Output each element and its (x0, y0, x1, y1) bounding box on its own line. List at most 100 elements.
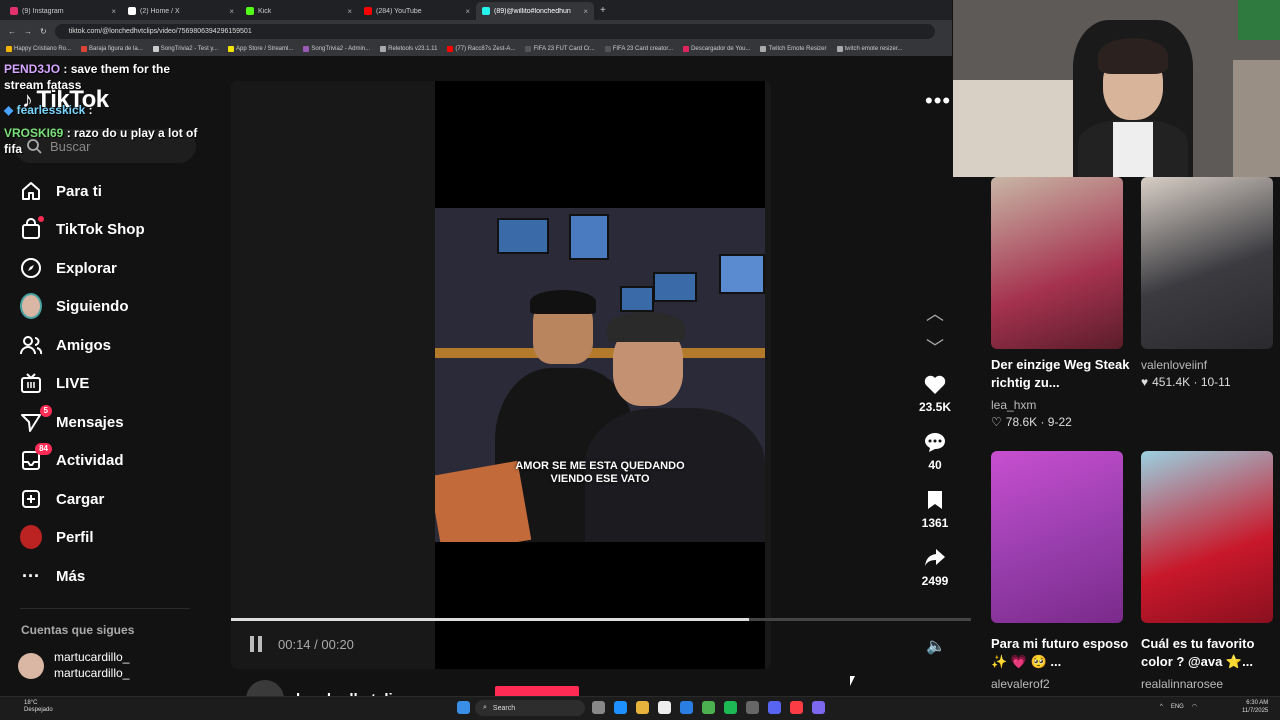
video-progress-bar[interactable] (231, 618, 971, 621)
close-icon[interactable]: × (229, 7, 234, 16)
bookmark-item[interactable]: twitch emote resizer... (836, 46, 903, 52)
sidebar-item-perfil[interactable]: Perfil (20, 519, 210, 555)
spotify-icon[interactable] (724, 701, 737, 714)
bookmark-item[interactable]: Baraja figura de la... (81, 46, 143, 52)
save-button[interactable]: 1361 (910, 488, 960, 530)
related-video-user[interactable]: lea_hxm (991, 398, 1036, 412)
bookmark-item[interactable]: SongTrivia2 - Admin... (303, 46, 370, 52)
sidebar-item-actividad[interactable]: 84 Actividad (20, 442, 210, 478)
mouse-cursor-icon (850, 676, 855, 686)
bookmark-item[interactable]: Descargador de You... (683, 46, 750, 52)
related-video-title[interactable]: Der einzige Weg Steak richtig zu... (991, 356, 1131, 392)
sidebar-item-para-ti[interactable]: Para ti (20, 173, 210, 209)
tab-instagram[interactable]: (9) Instagram × (4, 2, 122, 20)
bar-counter (435, 348, 765, 358)
sidebar-item-mensajes[interactable]: 5 Mensajes (20, 404, 210, 440)
comment-button[interactable]: 40 (910, 430, 960, 472)
folder-icon[interactable] (636, 701, 649, 714)
chrome-icon[interactable] (702, 701, 715, 714)
tab-tiktok[interactable]: (89)@willito#lonchedhun × (476, 2, 594, 20)
bookmark-item[interactable]: Twitch Emote Resizer (760, 46, 827, 52)
volume-icon[interactable]: 🔈 (926, 636, 946, 656)
start-icon[interactable] (457, 701, 470, 714)
related-video-thumbnail[interactable] (1141, 177, 1273, 349)
forward-icon[interactable]: → (24, 27, 32, 36)
more-options-icon[interactable]: ••• (925, 90, 951, 112)
music-icon[interactable] (790, 701, 803, 714)
edge-icon[interactable] (614, 701, 627, 714)
follow-button[interactable] (495, 686, 579, 696)
bookmark-item[interactable]: Reletools v23.1.11 (380, 46, 437, 52)
tab-x[interactable]: (2) Home / X × (122, 2, 240, 20)
related-video-thumbnail[interactable] (991, 451, 1123, 623)
sidebar-item-amigos[interactable]: Amigos (20, 327, 210, 363)
related-video-user[interactable]: alevalerof2 (991, 677, 1050, 691)
close-icon[interactable]: × (111, 7, 116, 16)
bookmark-item[interactable]: (77) Racc87s Zest-A... (447, 46, 515, 52)
related-video-thumbnail[interactable] (991, 177, 1123, 349)
taskbar-search[interactable]: ⌕ Search (475, 700, 585, 716)
bookmarks-bar: Happy Cristiano Ro... Baraja figura de l… (0, 42, 952, 56)
sidebar-divider (20, 608, 190, 609)
related-video-title[interactable]: Para mi futuro esposo ✨ 💗 🥺 ... (991, 635, 1131, 671)
chevron-down-icon[interactable]: ﹀ (926, 334, 944, 360)
app-icon[interactable] (812, 701, 825, 714)
bookmark-item[interactable]: App Store / Streaml... (227, 46, 293, 52)
related-video-thumbnail[interactable] (1141, 451, 1273, 623)
related-video-user[interactable]: realalinnarosee (1141, 677, 1223, 691)
wifi-icon[interactable]: ◠ (1192, 703, 1197, 710)
kick-icon (246, 7, 254, 15)
related-video-user[interactable]: valenloveiinf (1141, 358, 1207, 372)
task-view-icon[interactable] (592, 701, 605, 714)
tab-kick[interactable]: Kick × (240, 2, 358, 20)
close-icon[interactable]: × (465, 7, 470, 16)
following-account[interactable]: martucardillo_ martucardillo_ (18, 650, 129, 681)
browser-tab-bar: (9) Instagram × (2) Home / X × Kick × (284)… (0, 0, 952, 20)
related-video-title[interactable]: Cuál es tu favorito color ? @ava ⭐... (1141, 635, 1280, 671)
new-tab-icon[interactable]: + (600, 5, 606, 16)
discord-icon[interactable] (768, 701, 781, 714)
more-icon: ··· (22, 565, 40, 586)
bookmark-item[interactable]: SongTrivia2 - Test y... (152, 46, 218, 52)
bookmark-item[interactable]: Happy Cristiano Ro... (6, 46, 71, 52)
sidebar-item-tiktok-shop[interactable]: TikTok Shop (20, 211, 210, 247)
plus-square-icon (20, 488, 42, 510)
bookmark-item[interactable]: FIFA 23 Card creator... (604, 46, 673, 52)
clock[interactable]: 6:30 AM 11/7/2025 (1242, 700, 1268, 716)
profile-icon (20, 525, 42, 549)
close-icon[interactable]: × (347, 7, 352, 16)
x-icon (128, 7, 136, 15)
sidebar-item-explorar[interactable]: Explorar (20, 250, 210, 286)
heart-icon: ♥ (1141, 375, 1149, 389)
shop-icon (20, 216, 44, 240)
share-button[interactable]: 2499 (910, 546, 960, 588)
tiktok-icon (482, 7, 490, 15)
bookmark-icon (604, 46, 611, 52)
chevron-up-icon[interactable]: ︿ (926, 300, 944, 326)
bookmark-item[interactable]: FIFA 23 FUT Card Cr... (525, 46, 595, 52)
pause-icon[interactable] (250, 636, 264, 652)
related-video-stat: ♥ 451.4K · 10-11 (1141, 375, 1231, 389)
close-icon[interactable]: × (583, 7, 588, 16)
mail-icon[interactable] (680, 701, 693, 714)
sidebar-item-mas[interactable]: ··· Más (20, 558, 210, 594)
following-title: Cuentas que sigues (21, 623, 135, 637)
weather-widget[interactable]: 18°C Despejado (24, 700, 53, 714)
sidebar-item-cargar[interactable]: Cargar (20, 481, 210, 517)
video-frame[interactable]: AMOR SE ME ESTA QUEDANDO VIENDO ESE VATO (435, 208, 765, 542)
reload-icon[interactable]: ↻ (40, 27, 47, 36)
bookmark-icon (81, 46, 88, 52)
video-controls: 00:14 / 00:20 (250, 636, 354, 652)
avatar-icon (20, 293, 42, 319)
store-icon[interactable] (658, 701, 671, 714)
chevron-up-icon[interactable]: ^ (1160, 704, 1163, 710)
back-icon[interactable]: ← (8, 27, 16, 36)
messages-badge: 5 (39, 405, 52, 417)
sidebar-item-live[interactable]: LIVE (20, 365, 210, 401)
like-button[interactable]: 23.5K (910, 372, 960, 414)
steam-icon[interactable] (746, 701, 759, 714)
home-icon (20, 180, 42, 202)
url-field[interactable]: tiktok.com/@lonchedhvtclips/video/756980… (54, 23, 935, 39)
tab-youtube[interactable]: (284) YouTube × (358, 2, 476, 20)
sidebar-item-siguiendo[interactable]: Siguiendo (20, 288, 210, 324)
